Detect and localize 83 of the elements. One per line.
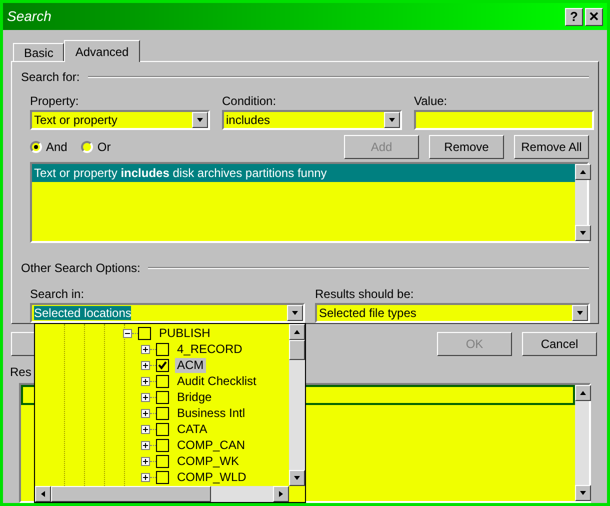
scroll-left-button[interactable] <box>35 486 51 502</box>
search-in-dropdown[interactable]: Selected locations <box>30 303 305 323</box>
checkbox[interactable] <box>138 326 151 340</box>
expand-toggle[interactable] <box>141 408 150 418</box>
tab[interactable]: Basic <box>13 43 64 61</box>
group-heading: Search for: <box>21 69 80 86</box>
radio-button[interactable] <box>30 141 42 153</box>
radio-label: And <box>46 139 68 156</box>
plus-icon <box>142 442 149 448</box>
dropdown-button[interactable] <box>287 305 303 321</box>
condition-dropdown[interactable]: includes <box>222 110 402 130</box>
expand-toggle[interactable] <box>141 456 150 466</box>
scroll-thumb[interactable] <box>51 486 211 502</box>
dialog-button[interactable]: Remove All <box>514 135 589 159</box>
scrollbar[interactable] <box>289 324 305 486</box>
checkbox[interactable] <box>156 454 169 468</box>
field-label: Condition: <box>222 93 278 110</box>
checkbox[interactable] <box>156 470 169 484</box>
checkbox[interactable] <box>156 358 169 372</box>
plus-icon <box>142 458 149 464</box>
dropdown-button[interactable] <box>384 112 400 128</box>
plus-icon <box>142 426 149 432</box>
field-label: Search in: <box>30 286 86 303</box>
plus-icon <box>142 410 149 416</box>
checkbox[interactable] <box>156 342 169 356</box>
dropdown-button[interactable] <box>572 305 588 321</box>
checkbox[interactable] <box>156 390 169 404</box>
tree-item[interactable]: Business Intl <box>175 406 248 420</box>
tree-item[interactable]: COMP_WLD <box>175 470 248 484</box>
scroll-right-button[interactable] <box>273 486 289 502</box>
collapse-toggle[interactable] <box>123 328 132 338</box>
checkbox[interactable] <box>156 374 169 388</box>
dialog-button[interactable]: Cancel <box>522 332 597 356</box>
expand-toggle[interactable] <box>141 424 150 434</box>
scroll-up-button[interactable] <box>289 324 305 340</box>
scroll-thumb[interactable] <box>289 340 305 360</box>
plus-icon <box>142 378 149 384</box>
results-type-dropdown[interactable]: Selected file types <box>315 303 590 323</box>
field-label: Value: <box>414 93 448 110</box>
tree-item[interactable]: COMP_WK <box>175 454 242 468</box>
scroll-down-button[interactable] <box>575 225 591 241</box>
field-label: Property: <box>30 93 80 110</box>
property-dropdown[interactable]: Text or property <box>30 110 210 130</box>
results-label: Res <box>10 364 32 381</box>
tree-item[interactable]: Audit Checklist <box>175 374 258 388</box>
plus-icon <box>142 362 149 368</box>
scroll-down-button[interactable] <box>289 470 305 486</box>
plus-icon <box>142 346 149 352</box>
checkbox[interactable] <box>156 438 169 452</box>
expand-toggle[interactable] <box>141 360 150 370</box>
dialog-button[interactable]: Remove <box>429 135 504 159</box>
group-heading: Other Search Options: <box>21 260 140 277</box>
criteria-item[interactable]: Text or property includes disk archives partitions funny <box>32 164 575 182</box>
value-field[interactable] <box>414 110 594 130</box>
horizontal-scrollbar[interactable] <box>35 486 289 502</box>
checkmark-icon <box>157 360 168 370</box>
scroll-up-button[interactable] <box>575 385 591 401</box>
tree-item[interactable]: PUBLISH <box>157 326 212 340</box>
caption-button[interactable]: ? <box>565 8 583 26</box>
plus-icon <box>142 474 149 480</box>
tree-item[interactable]: 4_RECORD <box>175 342 244 356</box>
tab[interactable]: Advanced <box>64 40 140 62</box>
dropdown-button[interactable] <box>192 112 208 128</box>
tree-item[interactable]: ACM <box>175 358 206 372</box>
field-label: Results should be: <box>315 286 415 303</box>
tree-item[interactable]: COMP_CAN <box>175 438 248 452</box>
caption-button[interactable]: ✕ <box>585 8 603 26</box>
scrollbar[interactable] <box>575 385 589 501</box>
expand-toggle[interactable] <box>141 392 150 402</box>
expand-toggle[interactable] <box>141 344 150 354</box>
checkbox[interactable] <box>156 406 169 420</box>
scroll-up-button[interactable] <box>575 164 591 180</box>
scroll-down-button[interactable] <box>575 485 591 501</box>
expand-toggle[interactable] <box>141 472 150 482</box>
expand-toggle[interactable] <box>141 440 150 450</box>
radio-button[interactable] <box>81 141 94 153</box>
checkbox[interactable] <box>156 422 169 436</box>
radio-label: Or <box>97 139 111 156</box>
window-title: Search <box>7 7 52 26</box>
tree-item[interactable]: CATA <box>175 422 210 436</box>
expand-toggle[interactable] <box>141 376 150 386</box>
tree-item[interactable]: Bridge <box>175 390 214 404</box>
plus-icon <box>142 394 149 400</box>
